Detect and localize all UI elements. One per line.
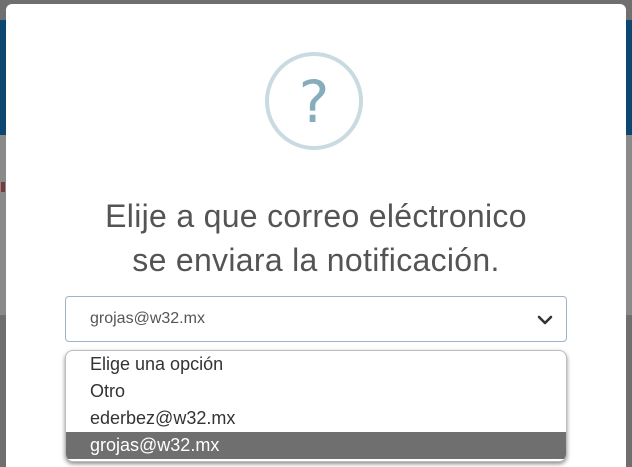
email-option-other[interactable]: Otro xyxy=(66,378,566,405)
email-option-ederbez[interactable]: ederbez@w32.mx xyxy=(66,405,566,432)
notification-email-dialog: ? Elije a que correo eléctronico se envi… xyxy=(6,4,626,467)
email-option-default[interactable]: Elige una opción xyxy=(66,351,566,378)
email-select-value: grojas@w32.mx xyxy=(90,310,205,327)
dialog-title-line-1: Elije a que correo eléctronico xyxy=(105,198,527,234)
background-content-fragment-right xyxy=(626,135,632,315)
chevron-down-icon[interactable] xyxy=(536,311,554,329)
email-select[interactable]: grojas@w32.mx xyxy=(65,296,567,342)
email-option-grojas[interactable]: grojas@w32.mx xyxy=(66,432,566,459)
question-circle-icon: ? xyxy=(265,52,363,150)
background-header-fragment-right xyxy=(626,20,632,135)
dialog-title-line-2: se enviara la notificación. xyxy=(132,242,500,278)
email-options-dropdown: Elige una opción Otro ederbez@w32.mx gro… xyxy=(65,350,567,462)
question-mark-glyph: ? xyxy=(298,68,330,136)
dialog-title: Elije a que correo eléctronico se enviar… xyxy=(6,194,626,282)
background-marker-fragment xyxy=(1,182,5,192)
